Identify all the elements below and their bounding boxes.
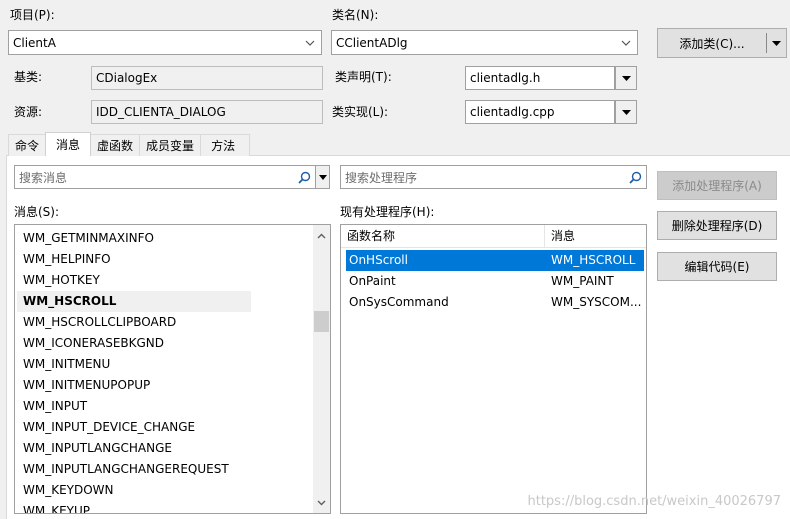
add-class-label: 添加类(C)... bbox=[679, 36, 745, 51]
list-item[interactable]: WM_KEYUP bbox=[17, 501, 251, 513]
project-value: ClientA bbox=[13, 35, 56, 50]
resource-label: 资源: bbox=[14, 105, 43, 119]
list-item[interactable]: WM_INPUT_DEVICE_CHANGE bbox=[17, 417, 251, 438]
scrollbar-thumb[interactable] bbox=[314, 311, 329, 332]
column-header-message[interactable]: 消息 bbox=[545, 225, 575, 248]
search-handlers-placeholder: 搜索处理程序 bbox=[345, 170, 418, 185]
column-header-function[interactable]: 函数名称 bbox=[341, 225, 545, 248]
resource-field: IDD_CLIENTA_DIALOG bbox=[91, 100, 323, 124]
class-decl-label: 类声明(T): bbox=[335, 70, 392, 84]
chevron-down-icon bbox=[615, 31, 637, 54]
cell-function: OnHScroll bbox=[349, 253, 408, 267]
add-class-button[interactable]: 添加类(C)... bbox=[657, 28, 787, 58]
list-item[interactable]: WM_INPUTLANGCHANGEREQUEST bbox=[17, 459, 251, 480]
table-row[interactable]: OnSysCommand WM_SYSCOM... bbox=[346, 292, 644, 313]
search-icon bbox=[293, 171, 315, 184]
tab-commands[interactable]: 命令 bbox=[8, 134, 47, 156]
tab-bar: 命令 消息 虚函数 成员变量 方法 bbox=[8, 132, 251, 156]
dropdown-arrow-icon bbox=[621, 109, 631, 115]
dropdown-arrow-icon bbox=[621, 75, 631, 81]
watermark: https://blog.csdn.net/weixin_40026797 bbox=[527, 494, 781, 509]
vertical-scrollbar[interactable] bbox=[313, 225, 330, 513]
edit-code-button[interactable]: 编辑代码(E) bbox=[657, 252, 777, 281]
tab-methods[interactable]: 方法 bbox=[200, 134, 251, 156]
cell-message: WM_PAINT bbox=[551, 274, 614, 288]
tab-member-variables[interactable]: 成员变量 bbox=[139, 134, 202, 156]
cell-message: WM_HSCROLL bbox=[551, 253, 636, 267]
list-item-selected[interactable]: WM_HSCROLL bbox=[17, 291, 251, 312]
handlers-list[interactable]: 函数名称 消息 OnHScroll WM_HSCROLL OnPaint WM_… bbox=[340, 224, 647, 514]
chevron-down-icon bbox=[299, 31, 321, 54]
add-handler-button[interactable]: 添加处理程序(A) bbox=[657, 171, 777, 200]
list-item[interactable]: WM_HELPINFO bbox=[17, 249, 251, 270]
class-decl-dropdown[interactable] bbox=[615, 66, 637, 90]
search-messages-input[interactable]: 搜索消息 bbox=[14, 165, 316, 189]
tab-virtual-functions[interactable]: 虚函数 bbox=[90, 134, 141, 156]
classname-value: CClientADlg bbox=[336, 35, 408, 50]
scroll-down-icon[interactable] bbox=[313, 494, 330, 511]
handlers-header: 函数名称 消息 bbox=[341, 225, 646, 248]
delete-handler-button[interactable]: 删除处理程序(D) bbox=[657, 211, 777, 240]
cell-function: OnPaint bbox=[349, 274, 396, 288]
project-combo[interactable]: ClientA bbox=[8, 30, 322, 55]
class-impl-field[interactable]: clientadlg.cpp bbox=[465, 100, 615, 124]
list-item[interactable]: WM_INPUT bbox=[17, 396, 251, 417]
class-decl-field[interactable]: clientadlg.h bbox=[465, 66, 615, 90]
scroll-up-icon[interactable] bbox=[313, 227, 330, 244]
list-item[interactable]: WM_ICONERASEBKGND bbox=[17, 333, 251, 354]
search-icon bbox=[624, 171, 646, 184]
cell-message: WM_SYSCOM... bbox=[551, 295, 642, 309]
class-impl-label: 类实现(L): bbox=[332, 105, 389, 119]
base-class-label: 基类: bbox=[14, 70, 43, 84]
messages-label: 消息(S): bbox=[14, 205, 60, 219]
list-item[interactable]: WM_INITMENUPOPUP bbox=[17, 375, 251, 396]
class-impl-dropdown[interactable] bbox=[615, 100, 637, 124]
list-item[interactable]: WM_HSCROLLCLIPBOARD bbox=[17, 312, 251, 333]
classname-combo[interactable]: CClientADlg bbox=[331, 30, 638, 55]
dropdown-arrow-icon[interactable] bbox=[767, 40, 786, 46]
search-handlers-input[interactable]: 搜索处理程序 bbox=[340, 165, 647, 189]
classname-label: 类名(N): bbox=[332, 8, 379, 22]
list-item[interactable]: WM_HOTKEY bbox=[17, 270, 251, 291]
project-label: 项目(P): bbox=[10, 8, 55, 22]
tab-messages[interactable]: 消息 bbox=[45, 132, 92, 156]
cell-function: OnSysCommand bbox=[349, 295, 449, 309]
messages-list-items: WM_GETMINMAXINFO WM_HELPINFO WM_HOTKEY W… bbox=[17, 228, 251, 513]
search-messages-dropdown[interactable] bbox=[315, 165, 330, 189]
list-item[interactable]: WM_GETMINMAXINFO bbox=[17, 228, 251, 249]
list-item[interactable]: WM_INITMENU bbox=[17, 354, 251, 375]
handlers-label: 现有处理程序(H): bbox=[340, 205, 435, 219]
dropdown-arrow-icon bbox=[318, 174, 327, 180]
list-item[interactable]: WM_INPUTLANGCHANGE bbox=[17, 438, 251, 459]
base-class-field: CDialogEx bbox=[91, 66, 323, 90]
messages-list[interactable]: WM_GETMINMAXINFO WM_HELPINFO WM_HOTKEY W… bbox=[14, 224, 331, 514]
table-row-selected[interactable]: OnHScroll WM_HSCROLL bbox=[346, 250, 644, 271]
table-row[interactable]: OnPaint WM_PAINT bbox=[346, 271, 644, 292]
search-messages-placeholder: 搜索消息 bbox=[19, 170, 68, 185]
list-item[interactable]: WM_KEYDOWN bbox=[17, 480, 251, 501]
